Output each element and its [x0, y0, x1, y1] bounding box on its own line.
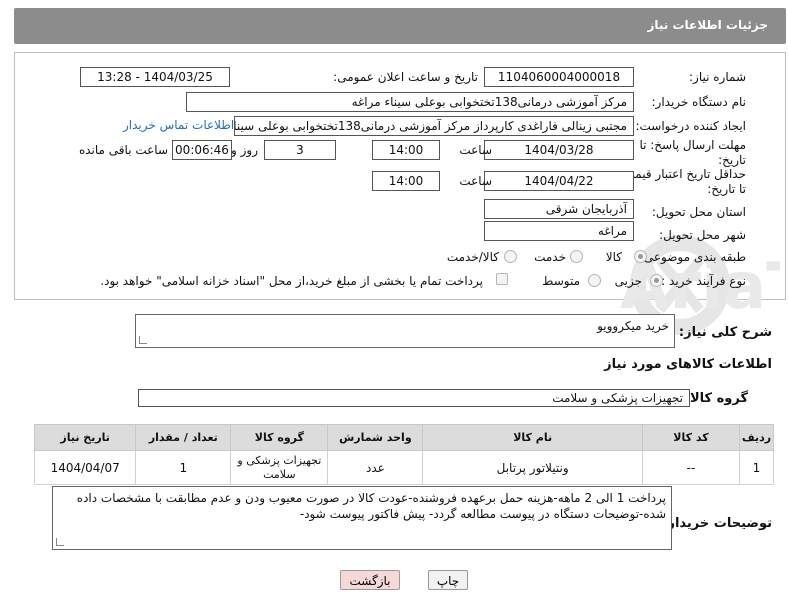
- resize-grip-icon[interactable]: [139, 336, 147, 344]
- category-radio-goods[interactable]: [634, 250, 647, 263]
- description-text: خرید میکروویو: [597, 319, 669, 333]
- buyer-notes-text: پرداخت 1 الی 2 ماهه-هزینه حمل برعهده فرو…: [76, 491, 666, 521]
- page-title: جزئیات اطلاعات نیاز: [647, 18, 768, 32]
- back-button[interactable]: بازگشت: [340, 570, 400, 590]
- treasury-note: پرداخت تمام یا بخشی از مبلغ خرید،از محل …: [100, 274, 483, 288]
- print-button[interactable]: چاپ: [428, 570, 468, 590]
- buyer-org-label: نام دستگاه خریدار:: [651, 95, 747, 109]
- city-label: شهر محل تحویل:: [659, 228, 746, 242]
- cell-name: ونتیلاتور پرتابل: [422, 450, 643, 485]
- process-radio-minor[interactable]: [650, 274, 663, 287]
- deadline-date-field: 1404/03/28: [484, 140, 634, 160]
- category-radio-service[interactable]: [570, 250, 583, 263]
- requester-label: ایجاد کننده درخواست:: [635, 119, 746, 133]
- cell-unit: عدد: [327, 450, 424, 485]
- city-field: مراغه: [484, 221, 634, 241]
- need-number-field: 1104060004000018: [484, 67, 634, 87]
- col-group: گروه کالا: [230, 424, 329, 451]
- announce-label: تاریخ و ساعت اعلان عمومی:: [333, 70, 478, 84]
- requester-field: مجتبی زینالی فاراغدی کارپرداز مرکز آموزش…: [234, 116, 634, 136]
- category-label: طبقه بندی موضوعی:: [639, 250, 746, 264]
- validity-date-field: 1404/04/22: [484, 171, 634, 191]
- buyer-notes-textarea[interactable]: پرداخت 1 الی 2 ماهه-هزینه حمل برعهده فرو…: [52, 486, 672, 550]
- goods-group-label: گروه کالا:: [684, 391, 748, 406]
- need-number-label: شماره نیاز:: [689, 70, 746, 84]
- deadline-time-field: 14:00: [372, 140, 440, 160]
- process-radio-medium[interactable]: [588, 274, 601, 287]
- col-need-date: تاریخ نیاز: [33, 424, 137, 451]
- remaining-time-field: 00:06:46: [172, 140, 232, 160]
- process-option-minor: جزیی: [614, 274, 642, 288]
- category-radio-goods-service[interactable]: [504, 250, 517, 263]
- resize-grip-icon[interactable]: [56, 538, 64, 546]
- days-remaining-field: 3: [264, 140, 336, 160]
- buyer-org-field: مرکز آموزشی درمانی138تختخوابی بوعلی سینا…: [186, 92, 634, 112]
- deadline-label-date: تاریخ:: [718, 153, 746, 167]
- category-option-service: خدمت: [534, 250, 566, 264]
- goods-group-field: تجهیزات پزشکی و سلامت: [138, 389, 690, 407]
- table-row: 1 -- ونتیلاتور پرتابل عدد تجهیزات پزشکی …: [33, 450, 774, 485]
- deadline-label: مهلت ارسال پاسخ: تا: [639, 138, 746, 152]
- category-option-goods-service: کالا/خدمت: [446, 250, 499, 264]
- process-label: نوع فرآیند خرید :: [661, 274, 746, 288]
- buyer-notes-label: توضیحات خریدار:: [662, 516, 772, 531]
- goods-section-title: اطلاعات کالاهای مورد نیاز: [604, 357, 772, 372]
- col-name: نام کالا: [422, 424, 643, 451]
- category-option-goods: کالا: [605, 250, 622, 264]
- treasury-checkbox[interactable]: [496, 273, 508, 285]
- deadline-time-label: ساعت: [459, 143, 492, 157]
- validity-time-field: 14:00: [372, 171, 440, 191]
- province-label: استان محل تحویل:: [651, 205, 746, 219]
- validity-label: حداقل تاریخ اعتبار قیمت:: [619, 167, 746, 181]
- province-field: آذربایجان شرقی: [484, 199, 634, 219]
- announce-field: 1404/03/25 - 13:28: [80, 67, 230, 87]
- cell-quantity: 1: [135, 450, 232, 485]
- buyer-contact-link[interactable]: اطلاعات تماس خریدار: [123, 118, 234, 132]
- col-unit: واحد شمارش: [327, 424, 424, 451]
- goods-table: ردیف کد کالا نام کالا واحد شمارش گروه کا…: [33, 424, 774, 485]
- cell-need-date: 1404/04/07: [33, 450, 137, 485]
- description-label: شرح کلی نیاز:: [678, 325, 772, 340]
- col-quantity: تعداد / مقدار: [135, 424, 232, 451]
- goods-table-header: ردیف کد کالا نام کالا واحد شمارش گروه کا…: [33, 424, 774, 451]
- process-option-medium: متوسط: [542, 274, 580, 288]
- page-title-bar: جزئیات اطلاعات نیاز: [14, 8, 786, 44]
- col-code: کد کالا: [641, 424, 741, 451]
- validity-time-label: ساعت: [459, 174, 492, 188]
- cell-group: تجهیزات پزشکی و سلامت: [230, 450, 329, 485]
- cell-code: --: [641, 450, 741, 485]
- cell-row: 1: [739, 450, 774, 485]
- validity-label-date: تا تاریخ:: [707, 182, 746, 196]
- days-and-label: روز و: [231, 143, 258, 157]
- description-textarea[interactable]: خرید میکروویو: [135, 314, 675, 348]
- remaining-time-label: ساعت باقی مانده: [78, 143, 168, 157]
- col-row: ردیف: [739, 424, 774, 451]
